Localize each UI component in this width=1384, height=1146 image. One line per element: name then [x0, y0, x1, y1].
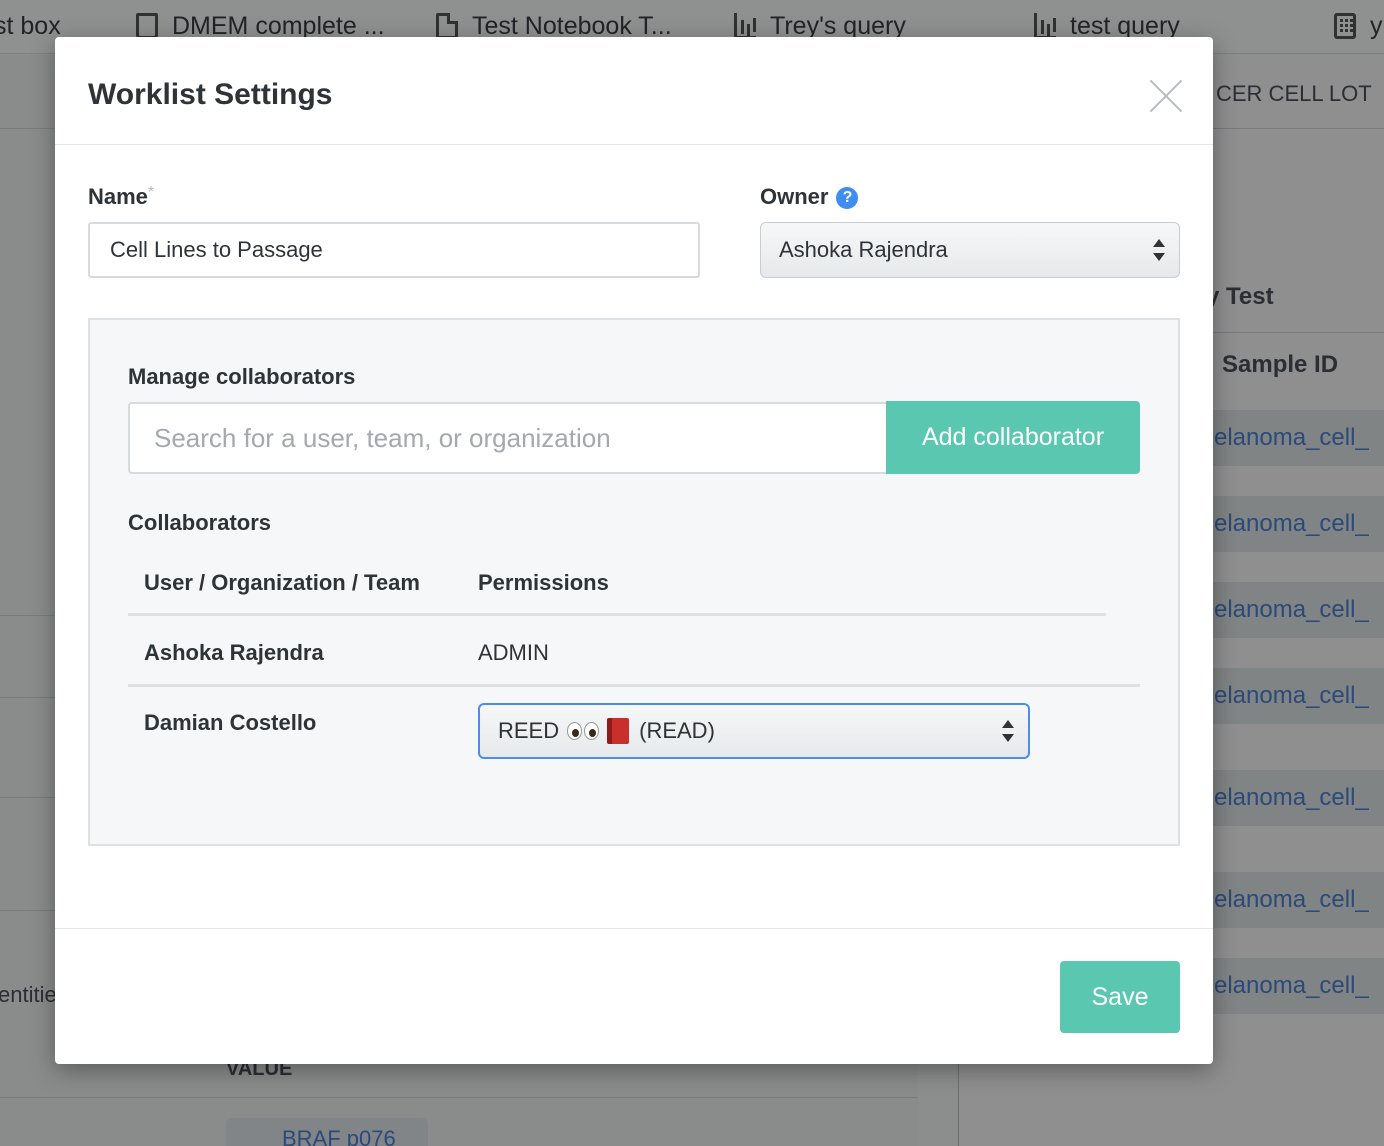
add-collaborator-button[interactable]: Add collaborator [886, 401, 1140, 474]
permission-suffix: (READ) [639, 718, 715, 743]
worklist-settings-modal: Worklist Settings Name* Owner? Ashoka Ra… [55, 37, 1213, 1064]
modal-footer: Save [55, 928, 1213, 1064]
name-input[interactable] [88, 222, 700, 278]
manage-collaborators-label: Manage collaborators [128, 364, 356, 389]
eyes-icon [567, 722, 601, 740]
collaborators-label: Collaborators [128, 510, 272, 535]
owner-label-text: Owner [760, 184, 829, 209]
owner-label: Owner? [760, 184, 859, 210]
save-button[interactable]: Save [1060, 961, 1180, 1033]
column-header-user: User / Organization / Team [144, 570, 420, 595]
name-label-text: Name [88, 184, 148, 209]
help-icon[interactable]: ? [836, 187, 859, 209]
permission-prefix: REED [498, 718, 560, 743]
modal-title: Worklist Settings [88, 78, 333, 111]
name-label: Name* [88, 184, 154, 210]
table-header-rule [128, 613, 1106, 616]
collaborator-name: Damian Costello [144, 710, 317, 735]
table-row-rule [128, 684, 1140, 687]
permission-select[interactable]: REED (READ) [478, 703, 1030, 759]
owner-select-value: Ashoka Rajendra [779, 237, 948, 262]
select-arrows-icon [1153, 239, 1165, 261]
collaborator-permission: ADMIN [478, 640, 549, 665]
manage-collaborators-panel: Manage collaborators Add collaborator Co… [88, 318, 1180, 846]
column-header-permissions: Permissions [478, 570, 609, 595]
select-arrows-icon [1002, 720, 1014, 742]
collaborator-name: Ashoka Rajendra [144, 640, 324, 665]
book-icon [607, 718, 630, 744]
modal-header: Worklist Settings [55, 37, 1213, 145]
close-icon[interactable] [1149, 79, 1183, 113]
required-mark: * [147, 184, 155, 201]
owner-select[interactable]: Ashoka Rajendra [760, 222, 1180, 278]
collaborator-search-input[interactable] [128, 402, 888, 474]
